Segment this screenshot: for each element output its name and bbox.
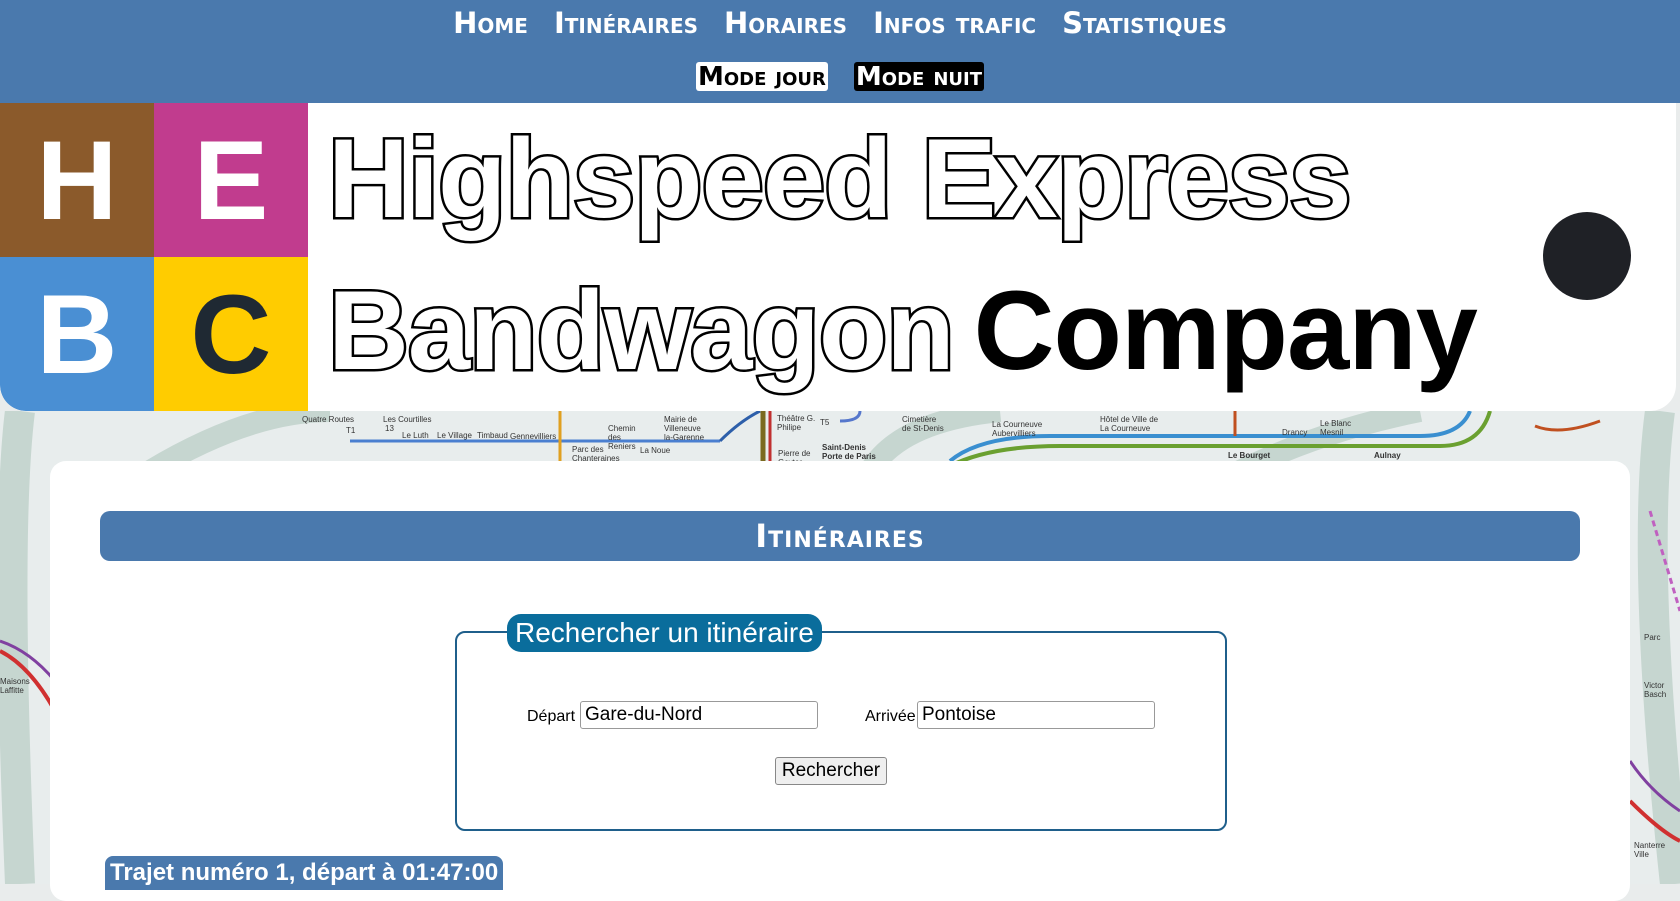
- nav-statistiques[interactable]: Statistiques: [1062, 6, 1227, 40]
- logo-tile-e: E: [154, 103, 308, 257]
- brand-name-bandwagon: Bandwagon: [326, 268, 958, 393]
- logo-tile-c: C: [154, 257, 308, 411]
- nav-home[interactable]: Home: [453, 6, 528, 40]
- map-label-t1: T1: [346, 426, 356, 435]
- map-label-quatre-routes: Quatre Routes: [302, 415, 355, 424]
- brand-name-line1: Highspeed Express: [326, 116, 1354, 241]
- map-label-le-luth: Le Luth: [402, 431, 429, 440]
- map-label-13: 13: [385, 424, 394, 433]
- main-menu: Home Itinéraires Horaires Infos trafic S…: [0, 6, 1680, 40]
- depart-label: Départ: [527, 708, 576, 725]
- nav-itineraires[interactable]: Itinéraires: [554, 6, 698, 40]
- map-label-les-courtilles: Les Courtilles: [383, 415, 432, 424]
- map-label-le-blanc-mesnil: Le Blanc Mesnil: [1320, 419, 1352, 437]
- map-label-le-bourget: Le Bourget: [1228, 451, 1271, 460]
- map-label-t5: T5: [820, 418, 830, 427]
- map-label-drancy: Drancy: [1282, 428, 1308, 437]
- map-label-la-noue: La Noue: [640, 446, 671, 455]
- logo-tile-b: B: [0, 257, 154, 411]
- depart-input[interactable]: [580, 701, 818, 729]
- top-navigation: Home Itinéraires Horaires Infos trafic S…: [0, 0, 1680, 103]
- brand-name-company: Company: [973, 268, 1478, 393]
- theme-toggle-circle[interactable]: [1543, 212, 1631, 300]
- map-label-la-courneuve-aubervilliers: La Courneuve Aubervilliers: [992, 420, 1043, 438]
- theme-mode-switcher: Mode jour Mode nuit: [0, 62, 1680, 91]
- brand-banner: H E B C Highspeed Express Bandwagon Compa…: [0, 103, 1676, 411]
- arrivee-label: Arrivée: [865, 708, 916, 725]
- mode-day-button[interactable]: Mode jour: [695, 62, 828, 91]
- map-label-gennevilliers: Gennevilliers: [510, 432, 557, 441]
- map-label-theatre-g-philipe: Théâtre G. Philipe: [777, 414, 816, 432]
- map-label-hotel-de-ville-courneuve: Hôtel de Ville de La Courneuve: [1100, 415, 1159, 433]
- nav-infos-trafic[interactable]: Infos trafic: [873, 6, 1036, 40]
- brand-name-line2: Bandwagon Company: [326, 272, 1478, 389]
- map-label-nanterre-ville: Nanterre Ville: [1634, 841, 1666, 859]
- search-form-legend: Rechercher un itinéraire: [507, 614, 822, 652]
- map-label-parc: Parc: [1644, 633, 1661, 642]
- itinerary-search-form: Rechercher un itinéraire Départ Arrivée …: [455, 614, 1227, 831]
- nav-horaires[interactable]: Horaires: [724, 6, 847, 40]
- page-title: Itinéraires: [100, 511, 1580, 561]
- search-button[interactable]: Rechercher: [775, 757, 887, 785]
- map-label-saint-denis-porte-de-paris: Saint-Denis Porte de Paris: [822, 443, 876, 461]
- map-label-maisons-laffitte: Maisons Laffitte: [0, 677, 30, 695]
- arrivee-input[interactable]: [917, 701, 1155, 729]
- logo-tile-h: H: [0, 103, 154, 257]
- map-label-mairie-villeneuve: Mairie de Villeneuve la-Garenne: [664, 415, 705, 442]
- mode-night-button[interactable]: Mode nuit: [853, 62, 985, 91]
- map-label-victor-basch: Victor Basch: [1644, 681, 1667, 699]
- map-label-cimetiere-st-denis: Cimetière de St-Denis: [902, 415, 944, 433]
- map-label-le-village: Le Village: [437, 431, 472, 440]
- map-label-timbaud: Timbaud: [477, 431, 508, 440]
- map-label-aulnay: Aulnay: [1374, 451, 1401, 460]
- content-card: Itinéraires Rechercher un itinéraire Dép…: [50, 461, 1630, 901]
- trip-title: Trajet numéro 1, départ à 01:47:00: [105, 856, 504, 890]
